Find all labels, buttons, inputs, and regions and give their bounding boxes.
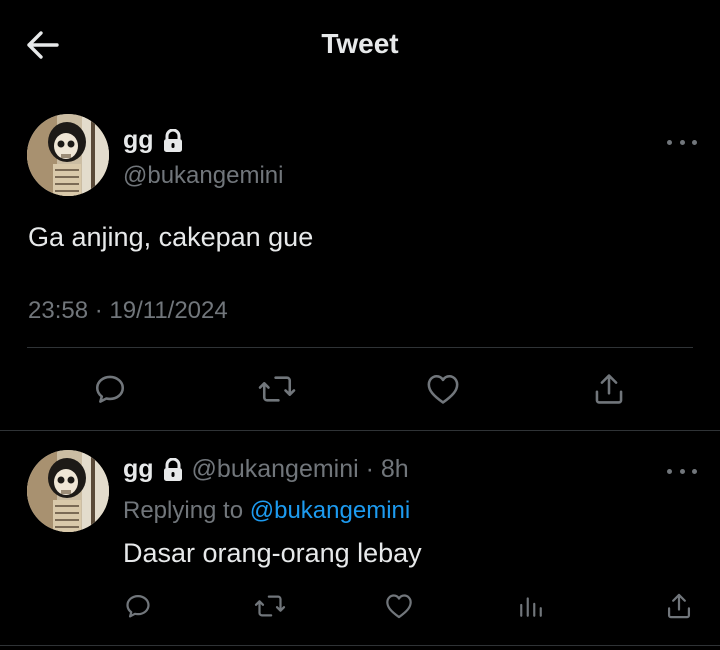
- reply-text: Dasar orang-orang lebay: [123, 538, 422, 568]
- mention-link[interactable]: @bukangemini: [250, 497, 410, 524]
- reply-icon: [95, 375, 125, 403]
- replying-to-label: Replying to: [123, 497, 244, 524]
- avatar[interactable]: [27, 114, 109, 196]
- retweet-icon: [254, 595, 286, 617]
- tweet-timestamp: 23:58 · 19/11/2024: [28, 297, 228, 324]
- page-title: Tweet: [321, 28, 399, 59]
- replying-to: Replying to @bukangemini: [123, 497, 410, 525]
- like-icon: [386, 594, 412, 619]
- analytics-button[interactable]: [513, 588, 549, 624]
- author-handle-and-time: @bukangemini · 8h: [191, 455, 409, 483]
- share-button[interactable]: [661, 588, 697, 624]
- dot: [692, 139, 697, 145]
- avatar-image: [27, 114, 109, 196]
- like-icon: [427, 374, 459, 404]
- lock-icon: [163, 128, 182, 152]
- like-button[interactable]: [381, 588, 417, 624]
- share-icon: [667, 593, 691, 619]
- lock-icon: [163, 457, 182, 481]
- retweet-icon: [258, 376, 296, 402]
- dot: [692, 468, 697, 474]
- analytics-icon: [520, 597, 542, 617]
- top-bar: Tweet: [0, 0, 720, 90]
- reply-button[interactable]: [90, 368, 130, 410]
- author-name[interactable]: gg: [123, 126, 184, 155]
- more-options-button[interactable]: [667, 134, 697, 150]
- like-button[interactable]: [422, 368, 464, 410]
- reply-header[interactable]: gg @bukangemini · 8h: [123, 455, 409, 484]
- reply-icon: [126, 594, 150, 618]
- divider: [0, 430, 720, 431]
- share-button[interactable]: [588, 368, 630, 410]
- author-handle[interactable]: @bukangemini: [123, 162, 283, 190]
- divider: [27, 347, 693, 348]
- reply-button[interactable]: [120, 588, 156, 624]
- dot: [679, 139, 685, 145]
- retweet-button[interactable]: [256, 368, 298, 410]
- author-name[interactable]: gg: [123, 455, 154, 484]
- dot: [667, 139, 672, 145]
- avatar-image: [27, 450, 109, 532]
- tweet-text: Ga anjing, cakepan gue: [28, 222, 314, 252]
- more-options-button[interactable]: [667, 463, 697, 479]
- share-icon: [595, 374, 623, 404]
- divider: [0, 645, 720, 646]
- dot: [679, 468, 685, 474]
- dot: [667, 468, 672, 474]
- retweet-button[interactable]: [252, 588, 288, 624]
- avatar[interactable]: [27, 450, 109, 532]
